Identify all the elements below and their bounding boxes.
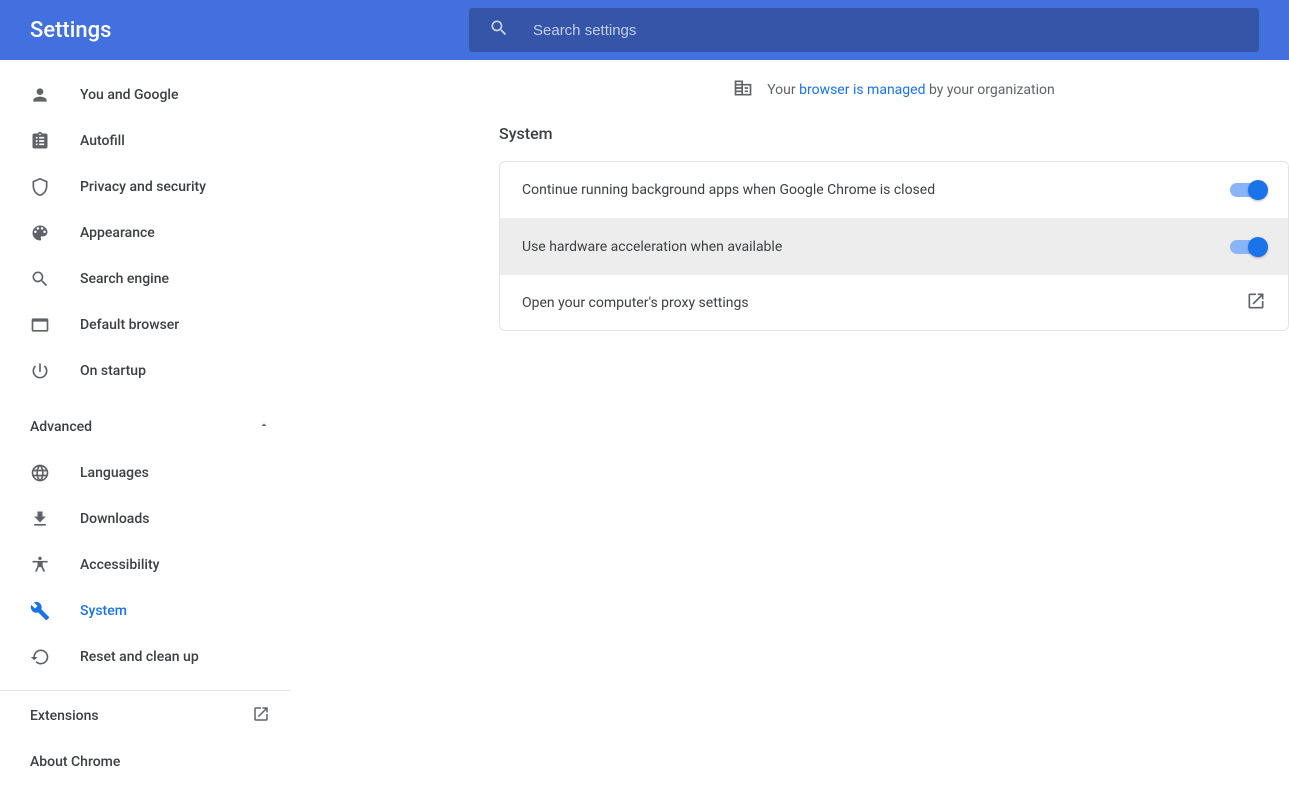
download-icon <box>30 509 80 529</box>
sidebar-item-label: On startup <box>80 363 146 379</box>
sidebar-item-search-engine[interactable]: Search engine <box>0 256 290 302</box>
search-input[interactable] <box>533 22 1239 39</box>
sidebar-separator <box>0 690 290 691</box>
sidebar-item-label: Default browser <box>80 317 179 333</box>
app-header: Settings <box>0 0 1289 60</box>
sidebar-item-appearance[interactable]: Appearance <box>0 210 290 256</box>
sidebar-item-label: Privacy and security <box>80 179 206 195</box>
setting-background-apps[interactable]: Continue running background apps when Go… <box>500 162 1288 218</box>
accessibility-icon <box>30 555 80 575</box>
toggle-on-icon[interactable] <box>1230 180 1266 200</box>
sidebar-item-label: Extensions <box>30 708 252 724</box>
sidebar-item-label: Search engine <box>80 271 169 287</box>
sidebar-item-on-startup[interactable]: On startup <box>0 348 290 394</box>
setting-label: Use hardware acceleration when available <box>522 239 1230 255</box>
setting-hardware-accel[interactable]: Use hardware acceleration when available <box>500 218 1288 274</box>
sidebar: You and Google Autofill Privacy and secu… <box>0 60 290 800</box>
search-box[interactable] <box>469 8 1259 52</box>
managed-link[interactable]: browser is managed <box>799 82 925 98</box>
globe-icon <box>30 463 80 483</box>
sidebar-item-reset[interactable]: Reset and clean up <box>0 634 290 680</box>
sidebar-item-you-and-google[interactable]: You and Google <box>0 72 290 118</box>
sidebar-item-languages[interactable]: Languages <box>0 450 290 496</box>
sidebar-item-system[interactable]: System <box>0 588 290 634</box>
advanced-toggle[interactable]: Advanced <box>0 404 290 450</box>
managed-text: Your browser is managed by your organiza… <box>767 82 1055 98</box>
sidebar-item-label: You and Google <box>80 87 178 103</box>
sidebar-item-label: Autofill <box>80 133 125 149</box>
palette-icon <box>30 223 80 243</box>
power-icon <box>30 361 80 381</box>
sidebar-item-downloads[interactable]: Downloads <box>0 496 290 542</box>
sidebar-item-label: Languages <box>80 465 149 481</box>
advanced-label: Advanced <box>30 419 258 435</box>
sidebar-item-label: Accessibility <box>80 557 159 573</box>
setting-label: Open your computer's proxy settings <box>522 295 1246 311</box>
system-card: Continue running background apps when Go… <box>499 161 1289 331</box>
sidebar-item-about[interactable]: About Chrome <box>0 739 290 785</box>
shield-icon <box>30 177 80 197</box>
sidebar-item-autofill[interactable]: Autofill <box>0 118 290 164</box>
person-icon <box>30 85 80 105</box>
toggle-on-icon[interactable] <box>1230 237 1266 257</box>
sidebar-item-label: About Chrome <box>30 754 270 770</box>
sidebar-item-label: Appearance <box>80 225 155 241</box>
clipboard-icon <box>30 131 80 151</box>
sidebar-item-extensions[interactable]: Extensions <box>0 693 290 739</box>
restore-icon <box>30 647 80 667</box>
section-title: System <box>499 124 1289 143</box>
sidebar-item-label: Reset and clean up <box>80 649 199 665</box>
sidebar-item-default-browser[interactable]: Default browser <box>0 302 290 348</box>
sidebar-item-accessibility[interactable]: Accessibility <box>0 542 290 588</box>
sidebar-item-privacy[interactable]: Privacy and security <box>0 164 290 210</box>
sidebar-item-label: Downloads <box>80 511 149 527</box>
open-external-icon <box>252 705 270 727</box>
main-content: Your browser is managed by your organiza… <box>290 60 1289 800</box>
setting-label: Continue running background apps when Go… <box>522 182 1230 198</box>
search-icon <box>30 269 80 289</box>
sidebar-item-label: System <box>80 603 127 619</box>
wrench-icon <box>30 601 80 621</box>
search-icon <box>489 18 509 42</box>
page-title: Settings <box>30 18 111 43</box>
chevron-up-icon <box>258 419 270 435</box>
managed-banner: Your browser is managed by your organiza… <box>499 78 1289 102</box>
setting-proxy[interactable]: Open your computer's proxy settings <box>500 274 1288 330</box>
business-icon <box>733 78 753 102</box>
browser-icon <box>30 315 80 335</box>
open-external-icon <box>1246 291 1266 315</box>
